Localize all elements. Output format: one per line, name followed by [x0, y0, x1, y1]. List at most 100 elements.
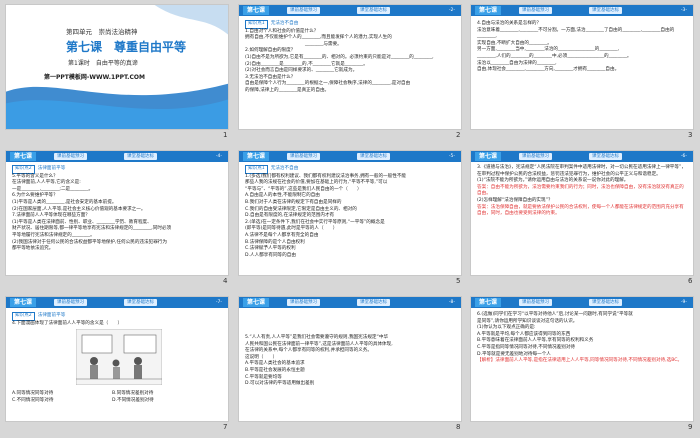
- option-c: C.法律赋予人平等的权利: [245, 246, 296, 252]
- prep-pill: 课前基础预习: [54, 153, 87, 160]
- prep-pill: 课前基础预习: [519, 7, 552, 14]
- slide-header: 第七课 课前基础预习 课堂基础达标 -6-: [471, 151, 693, 162]
- prep-pill: 课前基础预习: [519, 299, 552, 306]
- slide-number: 2: [456, 131, 461, 139]
- slide-number: 1: [223, 131, 228, 139]
- class-pill: 课堂基础达标: [589, 299, 622, 306]
- slide-number: 8: [456, 423, 461, 431]
- knowledge-point-title: 法律面前平等: [37, 313, 66, 318]
- page-indicator: -5-: [448, 154, 455, 159]
- prep-pill: 课前基础预习: [287, 153, 320, 160]
- text-line: 4.自由与法治的关系是怎样的？: [477, 21, 542, 26]
- lesson-tag: 第七课: [10, 298, 37, 307]
- text-line: 另一方面,________当中,________法治的_____________…: [477, 47, 620, 53]
- option-a: A.自由是人的本性,不能限制它的自由: [245, 193, 320, 199]
- text-line: 法治意味着________,________不可分割。一方面,法治_______…: [477, 27, 675, 40]
- site-label: 第一PPT模板网-WWW.1PPT.COM: [44, 74, 145, 81]
- option-a: A.平等是人类社会的基本追求: [245, 361, 305, 367]
- page-indicator: -7-: [215, 300, 222, 305]
- slide-thumbnail-1[interactable]: 第四单元 崇尚法治精神 第七课 尊重自由平等 第1课时 自由平等的真谛 第一PP…: [5, 4, 229, 130]
- page-indicator: -3-: [680, 8, 687, 13]
- option-b: B.同等情况差别对待: [112, 391, 154, 396]
- option-b: B.平等是社会发展的永恒主题: [245, 367, 305, 373]
- text-line: 在法律面前,人人平等,它的含义是:: [12, 180, 81, 186]
- text-line: 那些人我的法规在社会的价值,要加在基础上的行为,“平等不平等,”可以: [245, 180, 388, 186]
- slide-header: 第七课 课前基础预习 课堂基础达标 -9-: [471, 297, 693, 308]
- text-line: 财产状况、居住期限等,都一律平等地享有宪法和法律规定的________,同时必须: [12, 226, 172, 232]
- text-line: 自由是保障个人行为________的根据之一,保障社会秩序,法律的_______…: [245, 81, 411, 87]
- knowledge-point-label: 知识点1: [245, 165, 268, 174]
- slide-number: 7: [223, 423, 228, 431]
- text-line: 在法律的关系中,每个人都享有同等的权利,并承担同等的义务。: [245, 348, 372, 354]
- text-line: (2)对社会而言自由是同样要求的、________它就成为。: [245, 68, 358, 74]
- slide-header: 第七课 课前基础预习 课堂基础达标 -5-: [239, 151, 461, 162]
- prep-pill: 课前基础预习: [54, 299, 87, 306]
- slide-thumbnail-6[interactable]: 第七课 课前基础预习 课堂基础达标 -6- 3.《道德与法治》，宪法规定“人民法…: [470, 150, 694, 276]
- unit-title: 第四单元 崇尚法治精神: [66, 28, 138, 36]
- section-title: 第1课时 自由平等的真谛: [68, 60, 138, 67]
- question-text: 4.下面漫画体现了法律面前人人平等的含义是（ ）: [12, 320, 123, 326]
- class-pill: 课堂基础达标: [589, 153, 622, 160]
- text-line: 7.法律面前人人平等体现在哪些方面？: [12, 213, 90, 219]
- option-c: C.不同情况同等对待: [12, 397, 54, 403]
- cartoon-image: [76, 329, 162, 385]
- lesson-tag: 第七课: [243, 298, 270, 307]
- slide-thumbnail-3[interactable]: 第七课 课前基础预习 课堂基础达标 -3- 4.自由与法治的关系是怎样的？ 法治…: [470, 4, 694, 130]
- question-2: (2)怎样理解“法治保障自由的实现”？: [477, 197, 553, 203]
- slide-number: 4: [223, 277, 228, 285]
- intro-text: 3.《道德与法治》，宪法规定“人民法院在审判案件中适用法律时，对一切公民在适用法…: [477, 165, 686, 170]
- text-line: 2.如何理解自由的限度？: [245, 48, 296, 54]
- option-b: B.平等意味着在法律面前人人平等,享有同等的权利和义务: [477, 338, 594, 344]
- slide-thumbnail-5[interactable]: 第七课 课前基础预习 课堂基础达标 -5- 知识点1 无法治不自由 1.(多选)我…: [238, 150, 462, 276]
- lesson-tag: 第七课: [475, 6, 502, 15]
- prep-pill: 课前基础预习: [519, 153, 552, 160]
- slide-number: 9: [688, 423, 693, 431]
- class-pill: 课堂基础达标: [357, 299, 390, 306]
- class-pill: 课堂基础达标: [357, 153, 390, 160]
- text-line: (即平等)是同等待遇,此时是平等的人（ ）: [245, 226, 338, 232]
- slide-number: 6: [688, 277, 693, 285]
- page-indicator: -2-: [448, 8, 455, 13]
- text-line: (1)你认为以下观点正确的是:: [477, 325, 536, 331]
- lesson-tag: 第七课: [475, 152, 502, 161]
- wave-decoration: [6, 5, 228, 129]
- slide-thumbnail-4[interactable]: 第七课 课前基础预习 课堂基础达标 -4- 知识点2 法律面前平等 5.平等的含义…: [5, 150, 229, 276]
- slide-header: 第七课 课前基础预习 课堂基础达标 -2-: [239, 5, 461, 16]
- answer-1: 答案：自由不能为所欲为，法治需要约束我们的行为；同时，法治也保障自由，没有法治就…: [477, 184, 684, 197]
- option-a: A.法律不是每个人都享有完全的自由: [245, 232, 319, 238]
- text-line: 平等地履行宪法和法律规定的________。: [12, 232, 95, 238]
- text-line: 5.“人人有责,人人平等”是我们社会需要遵守的规则,我国宪法规定“中华: [245, 335, 389, 340]
- slide-thumbnail-2[interactable]: 第七课 课前基础预习 课堂基础达标 -2- 知识点1 无法治不自由 1.自由对个人…: [238, 4, 462, 130]
- knowledge-point-label: 知识点1: [245, 20, 268, 29]
- answer-2: 答案：法治保障自由，就是要依法保护公民的合法权利，使每一个人都能在法律规定的范围…: [477, 204, 684, 217]
- lesson-tag: 第七课: [243, 6, 270, 15]
- option-d: D.可以对法律的平等适用做出差别: [245, 381, 315, 387]
- knowledge-point-title: 无法治不自由: [270, 21, 299, 26]
- text-line: 的保障,法律上的________是真正的自由。: [245, 87, 330, 93]
- prep-pill: 课前基础预习: [287, 7, 320, 14]
- knowledge-point-title: 无法治不自由: [270, 166, 299, 171]
- option-d: D.人人都享有同等的自由: [245, 252, 296, 258]
- slide-number: 5: [456, 277, 461, 285]
- page-indicator: -9-: [680, 300, 687, 305]
- lesson-title: 第七课 尊重自由平等: [66, 40, 187, 54]
- lesson-tag: 第七课: [243, 152, 270, 161]
- slide-header: 第七课 课前基础预习 课堂基础达标 -8-: [239, 297, 461, 308]
- slide-thumbnail-7[interactable]: 第七课 课前基础预习 课堂基础达标 -7- 知识点2 法律面前平等 4.下面漫画体…: [5, 296, 229, 422]
- slide-header: 第七课 课前基础预习 课堂基础达标 -4-: [6, 151, 228, 162]
- lesson-tag: 第七课: [10, 152, 37, 161]
- slide-thumbnail-8[interactable]: 第七课 课前基础预习 课堂基础达标 -8- 5.“人人有责,人人平等”是我们社会…: [238, 296, 462, 422]
- class-pill: 课堂基础达标: [124, 153, 157, 160]
- text-line: 自由,体现社会________,________方向,________才拥有__…: [477, 67, 620, 73]
- page-indicator: -4-: [215, 154, 222, 159]
- text-line: 6.(选做)同学们在学习“以平等对待他人”后,讨论某一问题时,有同学说“平等就: [477, 312, 633, 317]
- text-line: ________,人们的________的________中,必须_______…: [477, 53, 632, 59]
- text-line: (1)平等是人类的________,是社会安定的基本前提。: [12, 199, 117, 205]
- slide-thumbnail-9[interactable]: 第七课 课前基础预习 课堂基础达标 -9- 6.(选做)同学们在学习“以平等对待…: [470, 296, 694, 422]
- option-d: D.不同情况差别对待: [112, 397, 154, 403]
- knowledge-point-label: 知识点2: [12, 312, 35, 321]
- class-pill: 课堂基础达标: [124, 299, 157, 306]
- question-1: (1)“法院不能为所欲为。”请你运用自由与法治的关系说一说你对此的理解。: [477, 178, 629, 184]
- answer-analysis: 【解析】法律面前人人平等,是指在法律适用上人人平等,同等情况同等对待,不同情况差…: [477, 358, 683, 364]
- class-pill: 课堂基础达标: [357, 7, 390, 14]
